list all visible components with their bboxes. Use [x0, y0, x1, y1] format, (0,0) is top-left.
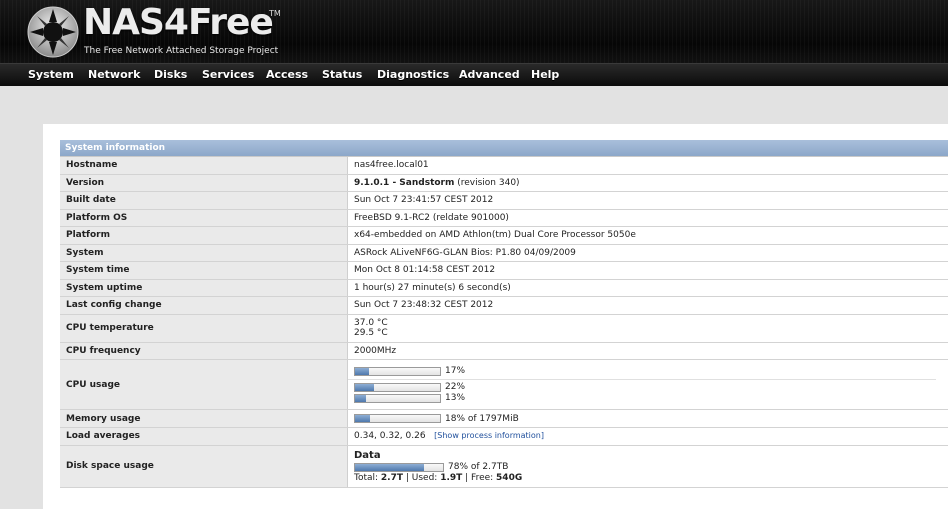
menu-network[interactable]: Network — [88, 68, 140, 81]
load-averages-text: 0.34, 0.32, 0.26 — [354, 431, 426, 442]
cpu-usage-separator — [348, 378, 936, 380]
row-platform: Platform x64-embedded on AMD Athlon(tm) … — [60, 226, 948, 245]
nas4free-logo-icon — [27, 6, 79, 58]
main-menu-bar: System Network Disks Services Access Sta… — [0, 63, 948, 86]
logo-trademark: TM — [269, 9, 281, 18]
cpu-usage-core-0-text: 22% — [445, 382, 466, 392]
cpu-usage-core-1-text: 13% — [445, 393, 466, 403]
value-platform: x64-embedded on AMD Athlon(tm) Dual Core… — [347, 226, 948, 245]
memory-usage-text: 18% of 1797MiB — [445, 413, 519, 424]
row-platform-os: Platform OS FreeBSD 9.1-RC2 (reldate 901… — [60, 209, 948, 227]
row-load-averages: Load averages 0.34, 0.32, 0.26 [Show pro… — [60, 427, 948, 446]
logo-tagline: The Free Network Attached Storage Projec… — [84, 46, 279, 56]
memory-usage-fill — [355, 415, 371, 422]
value-disk-space-usage: Data 78% of 2.7TB Total: 2.7T | Used: 1.… — [347, 445, 948, 488]
row-last-config-change: Last config change Sun Oct 7 23:48:32 CE… — [60, 296, 948, 315]
version-revision: (revision 340) — [454, 177, 520, 188]
disk-usage-bar — [354, 462, 444, 472]
menu-access[interactable]: Access — [266, 68, 308, 81]
cpu-usage-core-1: 13% — [354, 393, 948, 404]
label-system: System — [60, 244, 348, 262]
value-cpu-usage: 17% 22% 13% — [347, 359, 948, 410]
label-version: Version — [60, 174, 348, 192]
cpu-usage-core-0: 22% — [354, 382, 948, 393]
label-disk-space-usage: Disk space usage — [60, 445, 348, 488]
cpu-temperature-core-1: 29.5 °C — [354, 328, 388, 338]
value-system-uptime: 1 hour(s) 27 minute(s) 6 second(s) — [347, 279, 948, 297]
value-last-config-change: Sun Oct 7 23:48:32 CEST 2012 — [347, 296, 948, 315]
value-load-averages: 0.34, 0.32, 0.26 [Show process informati… — [347, 427, 948, 446]
label-platform-os: Platform OS — [60, 209, 348, 227]
row-cpu-frequency: CPU frequency 2000MHz — [60, 342, 948, 360]
disk-free: 540G — [496, 472, 523, 483]
cpu-usage-total: 17% — [354, 366, 948, 377]
row-version: Version 9.1.0.1 - Sandstorm (revision 34… — [60, 174, 948, 192]
cpu-usage-total-text: 17% — [445, 366, 466, 376]
value-cpu-frequency: 2000MHz — [347, 342, 948, 360]
row-disk-space-usage: Disk space usage Data 78% of 2.7TB Total… — [60, 445, 948, 488]
row-hostname: Hostname nas4free.local01 — [60, 156, 948, 175]
label-built-date: Built date — [60, 191, 348, 210]
label-cpu-usage: CPU usage — [60, 359, 348, 410]
menu-disks[interactable]: Disks — [154, 68, 187, 81]
row-system-time: System time Mon Oct 8 01:14:58 CEST 2012 — [60, 261, 948, 280]
menu-diagnostics[interactable]: Diagnostics — [377, 68, 449, 81]
cpu-usage-core-1-bar — [354, 393, 441, 403]
value-cpu-temperature: 37.0 °C 29.5 °C — [347, 314, 948, 343]
memory-usage-line: 18% of 1797MiB — [354, 413, 948, 424]
disk-name: Data — [354, 449, 381, 461]
value-built-date: Sun Oct 7 23:41:57 CEST 2012 — [347, 191, 948, 210]
row-system: System ASRock ALiveNF6G-GLAN Bios: P1.80… — [60, 244, 948, 262]
memory-usage-bar — [354, 414, 441, 423]
label-load-averages: Load averages — [60, 427, 348, 446]
label-system-time: System time — [60, 261, 348, 280]
cpu-usage-core-0-bar — [354, 382, 441, 392]
disk-total: 2.7T — [380, 472, 404, 483]
value-platform-os: FreeBSD 9.1-RC2 (reldate 901000) — [347, 209, 948, 227]
show-process-information-link[interactable]: [Show process information] — [434, 431, 544, 440]
menu-services[interactable]: Services — [202, 68, 254, 81]
cpu-usage-total-bar — [354, 366, 441, 376]
menu-system[interactable]: System — [28, 68, 74, 81]
disk-used-label: | Used: — [403, 472, 441, 483]
label-hostname: Hostname — [60, 156, 348, 175]
row-cpu-temperature: CPU temperature 37.0 °C 29.5 °C — [60, 314, 948, 343]
disk-free-label: | Free: — [462, 472, 497, 483]
value-hostname: nas4free.local01 — [347, 156, 948, 175]
row-system-uptime: System uptime 1 hour(s) 27 minute(s) 6 s… — [60, 279, 948, 297]
row-memory-usage: Memory usage 18% of 1797MiB — [60, 409, 948, 428]
system-information-table: System information Hostname nas4free.loc… — [60, 140, 948, 488]
value-system: ASRock ALiveNF6G-GLAN Bios: P1.80 04/09/… — [347, 244, 948, 262]
label-system-uptime: System uptime — [60, 279, 348, 297]
header-banner: NAS4Free TM The Free Network Attached St… — [0, 0, 948, 63]
label-memory-usage: Memory usage — [60, 409, 348, 428]
label-last-config-change: Last config change — [60, 296, 348, 315]
row-cpu-usage: CPU usage 17% 22% 13% — [60, 359, 948, 410]
disk-usage-text: 78% of 2.7TB — [448, 462, 509, 472]
disk-usage-summary: Total: 2.7T | Used: 1.9T | Free: 540G — [354, 473, 948, 483]
section-title: System information — [60, 140, 948, 157]
label-cpu-frequency: CPU frequency — [60, 342, 348, 360]
menu-help[interactable]: Help — [531, 68, 559, 81]
label-cpu-temperature: CPU temperature — [60, 314, 348, 343]
menu-advanced[interactable]: Advanced — [459, 68, 520, 81]
menu-status[interactable]: Status — [322, 68, 362, 81]
cpu-usage-core-1-fill — [355, 394, 367, 402]
version-number: 9.1.0.1 - Sandstorm — [354, 177, 455, 188]
disk-used: 1.9T — [440, 472, 463, 483]
disk-total-label: Total: — [354, 472, 381, 483]
value-version: 9.1.0.1 - Sandstorm (revision 340) — [347, 174, 948, 192]
value-system-time: Mon Oct 8 01:14:58 CEST 2012 — [347, 261, 948, 280]
disk-usage-fill — [355, 463, 424, 471]
logo-text: NAS4Free — [83, 2, 274, 43]
row-built-date: Built date Sun Oct 7 23:41:57 CEST 2012 — [60, 191, 948, 210]
value-memory-usage: 18% of 1797MiB — [347, 409, 948, 428]
label-platform: Platform — [60, 226, 348, 245]
disk-usage-line: 78% of 2.7TB — [354, 462, 948, 473]
cpu-usage-core-0-fill — [355, 383, 374, 391]
cpu-temperature-core-0: 37.0 °C — [354, 318, 388, 328]
cpu-usage-total-fill — [355, 367, 370, 375]
